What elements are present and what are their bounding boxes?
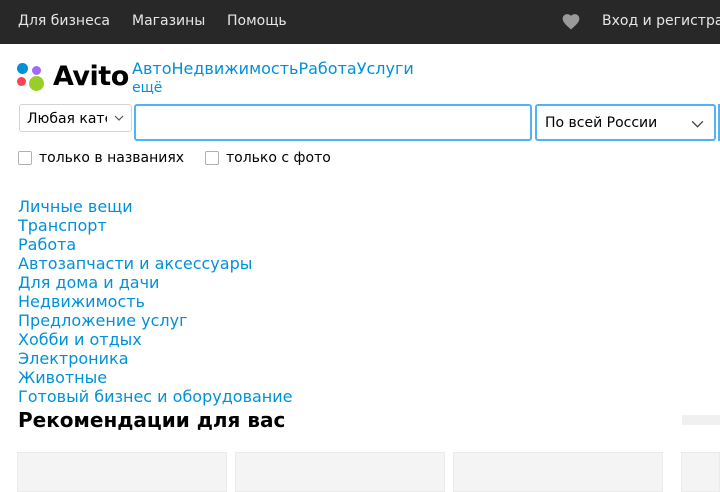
category-link-electronics[interactable]: Электроника xyxy=(18,349,293,368)
search-input[interactable] xyxy=(134,104,532,141)
for-business-link[interactable]: Для бизнеса xyxy=(18,13,110,29)
category-select[interactable]: Любая категория xyxy=(19,104,132,132)
recommendation-card[interactable] xyxy=(681,452,720,492)
title-only-checkbox[interactable] xyxy=(18,151,32,165)
logo-text: Avito xyxy=(53,61,129,92)
top-bar: Для бизнеса Магазины Помощь Вход и регис… xyxy=(0,0,720,44)
logo-dot-green xyxy=(29,76,44,91)
category-link-business[interactable]: Готовый бизнес и оборудование xyxy=(18,387,293,406)
logo-dot-purple xyxy=(32,66,41,75)
sidebar-placeholder xyxy=(682,415,720,425)
heart-icon[interactable] xyxy=(561,12,581,32)
shops-link[interactable]: Магазины xyxy=(132,13,205,29)
category-link-transport[interactable]: Транспорт xyxy=(18,216,293,235)
logo-dot-blue xyxy=(17,63,28,74)
photo-only-checkbox[interactable] xyxy=(205,151,219,165)
category-select-value: Любая категория xyxy=(27,111,107,127)
category-link-realty[interactable]: Недвижимость xyxy=(18,292,293,311)
category-link-animals[interactable]: Животные xyxy=(18,368,293,387)
logo-dot-red xyxy=(17,77,26,86)
photo-only-label[interactable]: только с фото xyxy=(226,150,331,166)
recommendation-card[interactable] xyxy=(17,452,227,492)
category-link-hobby[interactable]: Хобби и отдых xyxy=(18,330,293,349)
avito-logo[interactable]: Avito xyxy=(17,61,129,94)
chevron-down-icon xyxy=(691,120,704,128)
category-nav: АвтоНедвижимостьРаботаУслуги xyxy=(132,59,414,78)
nav-more-link[interactable]: ещё xyxy=(132,80,162,96)
title-only-label[interactable]: только в названиях xyxy=(39,150,184,166)
help-link[interactable]: Помощь xyxy=(227,13,287,29)
login-link[interactable]: Вход и регистрация xyxy=(602,13,720,29)
recommendation-card[interactable] xyxy=(453,452,663,492)
region-select[interactable]: По всей России xyxy=(535,104,716,141)
nav-auto[interactable]: Авто xyxy=(132,59,171,78)
category-link-autoparts[interactable]: Автозапчасти и аксессуары xyxy=(18,254,293,273)
recommendation-card[interactable] xyxy=(235,452,445,492)
nav-realty[interactable]: Недвижимость xyxy=(171,59,298,78)
category-link-services[interactable]: Предложение услуг xyxy=(18,311,293,330)
category-link-jobs[interactable]: Работа xyxy=(18,235,293,254)
nav-jobs[interactable]: Работа xyxy=(298,59,356,78)
category-link-personal[interactable]: Личные вещи xyxy=(18,197,293,216)
chevron-down-icon xyxy=(114,115,124,121)
category-list: Личные вещи Транспорт Работа Автозапчаст… xyxy=(18,197,293,406)
recommendations-title: Рекомендации для вас xyxy=(18,408,286,432)
region-select-value: По всей России xyxy=(545,115,658,131)
nav-services[interactable]: Услуги xyxy=(357,59,414,78)
category-link-home-garden[interactable]: Для дома и дачи xyxy=(18,273,293,292)
